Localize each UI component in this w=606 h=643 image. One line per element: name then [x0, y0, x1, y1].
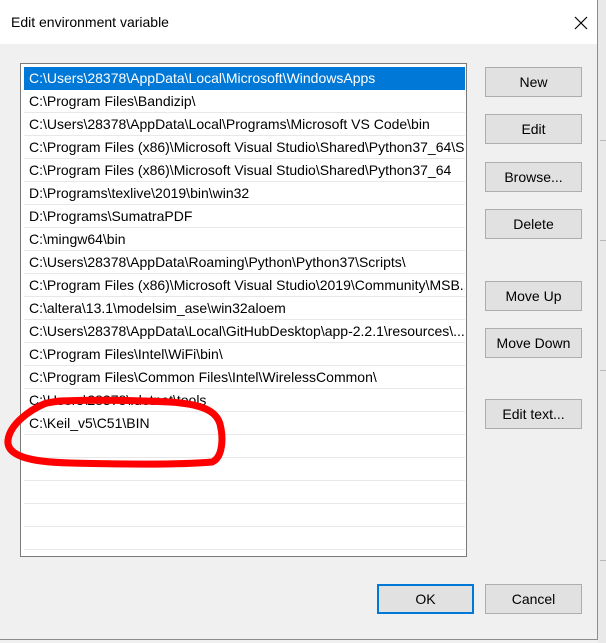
path-list-item[interactable]: C:\Program Files (x86)\Microsoft Visual … [24, 136, 465, 159]
path-list[interactable]: C:\Users\28378\AppData\Local\Microsoft\W… [20, 63, 467, 557]
delete-button[interactable]: Delete [485, 209, 582, 239]
path-list-item[interactable]: D:\Programs\texlive\2019\bin\win32 [24, 182, 465, 205]
new-button[interactable]: New [485, 67, 582, 97]
edit-environment-variable-dialog: Edit environment variable C:\Users\28378… [0, 0, 598, 640]
move-up-button[interactable]: Move Up [485, 281, 582, 311]
path-list-item[interactable]: C:\Program Files\Intel\WiFi\bin\ [24, 343, 465, 366]
edit-button[interactable]: Edit [485, 114, 582, 144]
path-list-item[interactable]: C:\altera\13.1\modelsim_ase\win32aloem [24, 297, 465, 320]
move-down-button[interactable]: Move Down [485, 328, 582, 358]
empty-list-item [24, 504, 465, 527]
path-list-item[interactable]: C:\Users\28378\AppData\Roaming\Python\Py… [24, 251, 465, 274]
edit-text-button[interactable]: Edit text... [485, 399, 582, 429]
empty-list-item [24, 527, 465, 550]
path-list-item[interactable]: C:\Program Files (x86)\Microsoft Visual … [24, 159, 465, 182]
ok-button[interactable]: OK [377, 584, 474, 614]
path-list-item[interactable]: C:\Keil_v5\C51\BIN [24, 412, 465, 435]
path-list-item[interactable]: C:\Users\28378\.dotnet\tools [24, 389, 465, 412]
background-divider [600, 240, 606, 241]
dialog-title: Edit environment variable [11, 14, 169, 30]
title-bar: Edit environment variable [0, 0, 597, 44]
path-list-item[interactable]: C:\Users\28378\AppData\Local\GitHubDeskt… [24, 320, 465, 343]
empty-list-item [24, 435, 465, 458]
path-list-item[interactable]: C:\Program Files\Common Files\Intel\Wire… [24, 366, 465, 389]
path-list-item[interactable]: C:\mingw64\bin [24, 228, 465, 251]
close-icon [574, 16, 588, 30]
path-list-item[interactable]: C:\Users\28378\AppData\Local\Microsoft\W… [24, 67, 465, 90]
background-divider [600, 140, 606, 141]
browse-button[interactable]: Browse... [485, 162, 582, 192]
close-button[interactable] [566, 8, 596, 38]
path-list-item[interactable]: D:\Programs\SumatraPDF [24, 205, 465, 228]
cancel-button[interactable]: Cancel [485, 584, 582, 614]
path-list-item[interactable]: C:\Program Files\Bandizip\ [24, 90, 465, 113]
background-divider [600, 560, 606, 561]
path-list-item[interactable]: C:\Program Files (x86)\Microsoft Visual … [24, 274, 465, 297]
path-list-item[interactable]: C:\Users\28378\AppData\Local\Programs\Mi… [24, 113, 465, 136]
background-window [598, 0, 606, 643]
empty-list-item [24, 458, 465, 481]
empty-list-item [24, 481, 465, 504]
background-divider [600, 370, 606, 371]
